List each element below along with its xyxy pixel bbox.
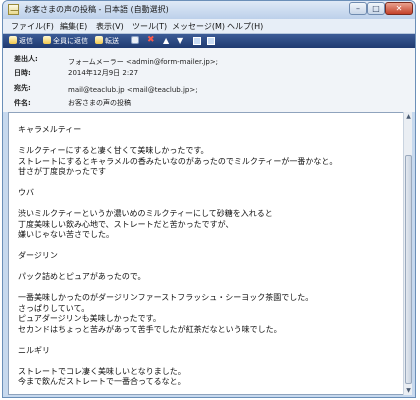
message-header: 差出人: フォームメーラー <admin@form-mailer.jp>; 日時… [3,48,415,112]
envelope-icon [8,4,19,15]
scrollbar-thumb[interactable] [405,155,412,384]
reply-icon [9,36,17,44]
delete-icon[interactable]: ✖ [147,36,156,45]
menu-edit[interactable]: 編集(E) [60,21,87,32]
scroll-up-icon[interactable]: ▲ [404,112,413,121]
to-label: 宛先: [14,84,31,92]
menu-file[interactable]: ファイル(F) [11,21,54,32]
date-label: 日時: [14,69,31,77]
forward-label: 転送 [105,37,119,45]
message-body[interactable]: キャラメルティー ミルクティーにすると凄く甘くて美味しかったです。 ストレートに… [8,112,405,395]
from-value[interactable]: フォームメーラー <admin@form-mailer.jp>; [68,57,218,67]
reply-all-label: 全員に返信 [53,37,88,45]
subject-label: 件名: [14,99,31,107]
reply-label: 返信 [19,37,33,45]
from-label: 差出人: [14,55,38,63]
print-button[interactable] [131,36,141,45]
messages-icon[interactable] [207,37,215,45]
close-button[interactable]: ✕ [385,2,413,15]
date-value: 2014年12月9日 2:27 [68,69,139,77]
scroll-down-icon[interactable]: ▼ [404,386,413,395]
reply-button[interactable]: 返信 [9,36,33,46]
maximize-button[interactable]: □ [367,2,385,15]
menu-bar: ファイル(F) 編集(E) 表示(V) ツール(T) メッセージ(M) ヘルプ(… [3,19,415,34]
window-title: お客さまの声の投稿 - 日本語 (自動選択) [24,5,169,14]
menu-view[interactable]: 表示(V) [96,21,124,32]
forward-icon [95,36,103,44]
mail-window: お客さまの声の投稿 - 日本語 (自動選択) – □ ✕ ファイル(F) 編集(… [2,0,416,398]
minimize-button[interactable]: – [349,2,367,15]
reply-all-button[interactable]: 全員に返信 [43,36,88,46]
title-bar[interactable]: お客さまの声の投稿 - 日本語 (自動選択) – □ ✕ [3,1,415,19]
toolbar: 返信 全員に返信 転送 ✖ ▲ ▼ [3,34,415,48]
address-book-icon[interactable] [193,37,201,45]
message-body-text: キャラメルティー ミルクティーにすると凄く甘くて美味しかったです。 ストレートに… [18,125,338,386]
menu-tools[interactable]: ツール(T) [132,21,167,32]
vertical-scrollbar[interactable]: ▲ ▼ [403,112,412,395]
to-value[interactable]: mail@teaclub.jp <mail@teaclub.jp>; [68,86,198,94]
menu-message[interactable]: メッセージ(M) [172,21,225,32]
menu-help[interactable]: ヘルプ(H) [227,21,263,32]
subject-value: お客さまの声の投稿 [68,99,131,107]
reply-all-icon [43,36,51,44]
next-message-icon[interactable]: ▼ [177,36,186,45]
printer-icon [131,36,139,44]
previous-message-icon[interactable]: ▲ [163,36,172,45]
forward-button[interactable]: 転送 [95,36,119,46]
